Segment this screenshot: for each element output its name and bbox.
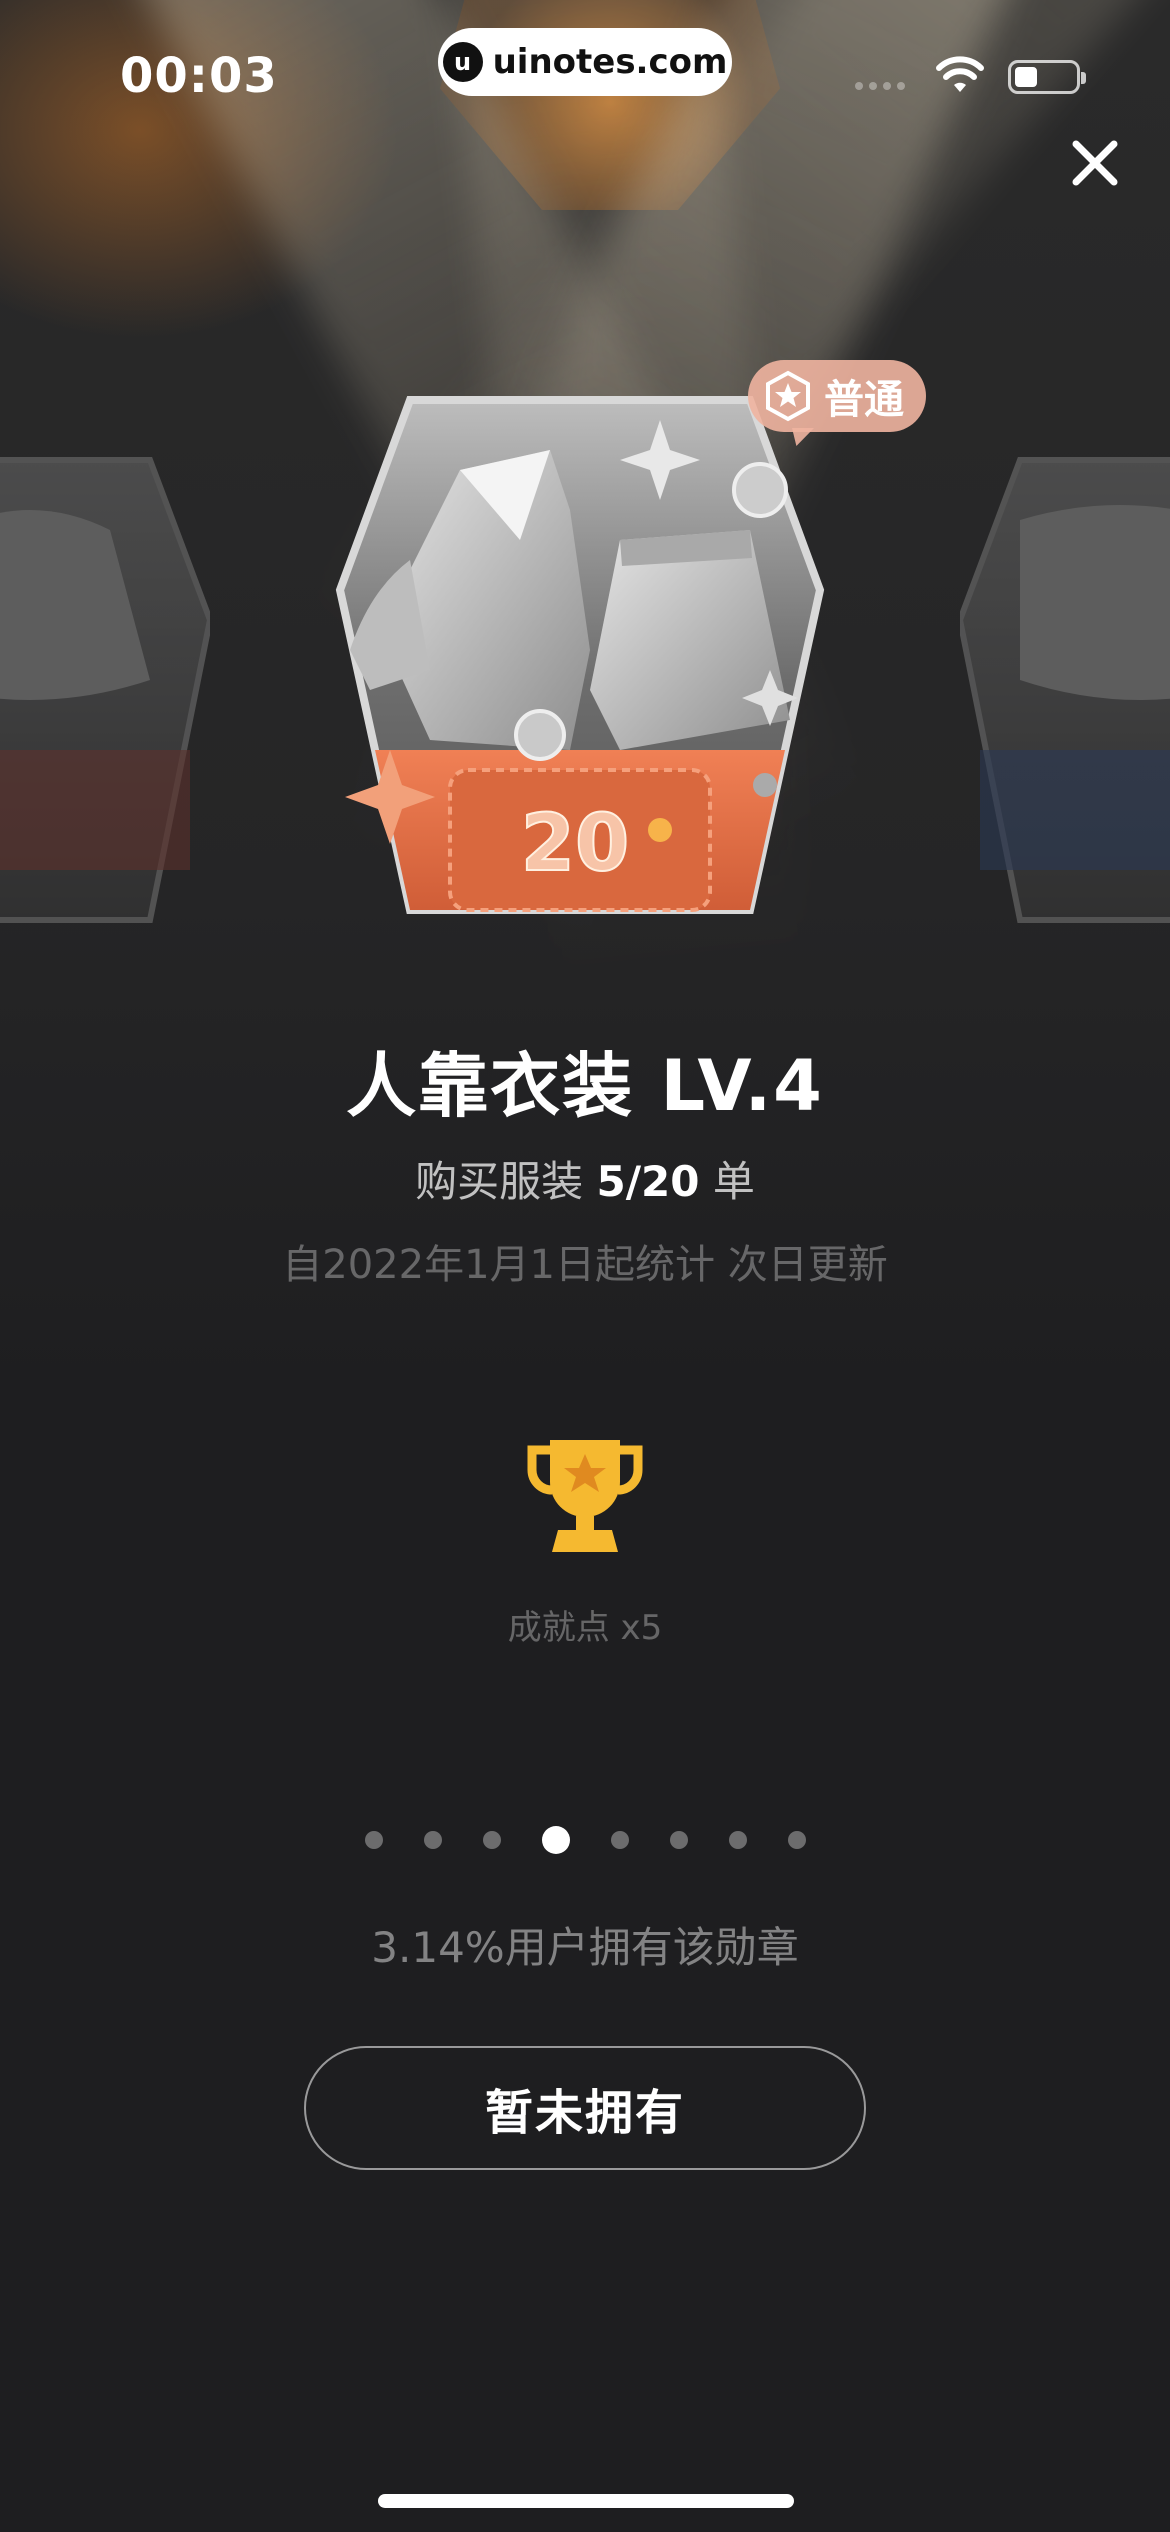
pager-dot[interactable] (482, 1831, 501, 1849)
cellular-signal-icon (855, 82, 905, 90)
rarity-label: 普通 (824, 377, 904, 423)
badge-title: 人靠衣装 LV.4 (346, 1045, 824, 1127)
owners-percentage: 3.14%用户拥有该勋章 (371, 1923, 799, 1972)
pager-dot[interactable] (610, 1831, 629, 1849)
close-icon (1072, 140, 1118, 186)
badge-medal: 20 (335, 396, 825, 914)
watermark-logo: u (442, 42, 483, 82)
progress-value: 5/20 (596, 1157, 700, 1206)
badge-counter-value: 20 (521, 799, 630, 889)
pager-dot[interactable] (787, 1831, 806, 1849)
pager-dot[interactable] (728, 1831, 747, 1849)
wifi-icon (936, 56, 984, 92)
previous-badge[interactable] (0, 420, 210, 940)
rarity-tag: 普通 (748, 360, 926, 432)
watermark-pill: u uinotes.com (438, 28, 732, 96)
progress-suffix: 单 (712, 1157, 755, 1206)
pager-dot[interactable] (669, 1831, 688, 1849)
battery-icon (1008, 60, 1086, 94)
badge-detail-screen: 00:03 u uinotes.com 20 普通 人靠衣装 LV.4 购买服装… (0, 0, 1170, 2532)
pager-dot[interactable] (423, 1831, 442, 1849)
badge-pager (0, 1826, 1170, 1854)
home-indicator[interactable] (378, 2494, 794, 2508)
achievement-points: 成就点 x5 (507, 1608, 663, 1648)
close-button[interactable] (1062, 130, 1128, 196)
pager-dot[interactable] (364, 1831, 383, 1849)
trophy-icon (527, 1440, 643, 1552)
not-owned-button[interactable]: 暂未拥有 (304, 2046, 866, 2170)
pager-dot-active[interactable] (541, 1826, 570, 1854)
status-time: 00:03 (120, 48, 278, 104)
stat-note: 自2022年1月1日起统计 次日更新 (282, 1242, 888, 1288)
watermark-text: uinotes.com (492, 42, 728, 82)
progress-prefix: 购买服装 (415, 1157, 584, 1206)
star-badge-icon (766, 370, 810, 422)
next-badge[interactable] (960, 420, 1170, 940)
badge-progress: 购买服装 5/20 单 (0, 1148, 1170, 1209)
